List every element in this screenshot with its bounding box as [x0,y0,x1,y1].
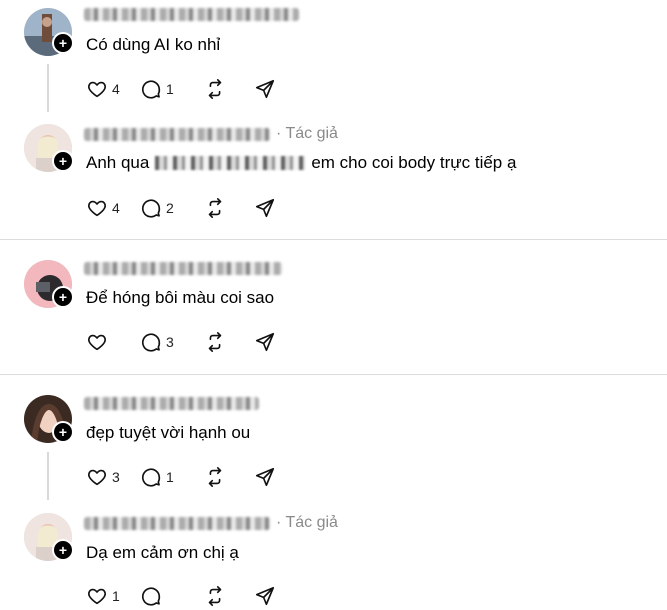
repost-icon [208,79,222,99]
comment-bubble-icon [141,333,161,352]
reply-count: 1 [166,81,174,97]
like-button[interactable]: 1 [86,585,122,607]
repost-icon [208,467,222,487]
reply-button[interactable] [140,585,176,607]
comment-bubble-icon [141,199,161,218]
plus-icon[interactable]: + [52,539,74,561]
comment-post: + Có dùng AI ko nhỉ 4 1 [0,0,667,120]
author-tag: · Tác giả [276,125,338,142]
like-button[interactable] [86,331,122,353]
username[interactable] [84,260,282,276]
plus-icon[interactable]: + [52,421,74,443]
like-count: 4 [112,200,120,216]
reply-button[interactable]: 3 [140,331,176,353]
like-count: 3 [112,469,120,485]
plus-icon[interactable]: + [52,32,74,54]
action-bar: 3 [86,328,294,356]
heart-icon [88,588,106,605]
username[interactable]: · Tác giả [84,514,338,531]
repost-button[interactable] [204,197,226,219]
repost-button[interactable] [204,585,226,607]
heart-icon [88,81,106,98]
like-count: 4 [112,81,120,97]
repost-button[interactable] [204,331,226,353]
share-button[interactable] [254,585,276,607]
comment-text: Có dùng AI ko nhỉ [86,35,221,54]
plus-icon[interactable]: + [52,286,74,308]
comment-text: Để hóng bôi màu coi sao [86,288,275,307]
comment-post: + Để hóng bôi màu coi sao 3 [0,240,667,374]
blurred-username [84,261,282,275]
like-count: 1 [112,588,120,604]
reply-post: + · Tác giả Dạ em cảm ơn chị ạ 1 [0,505,667,610]
action-bar: 4 1 [86,75,294,103]
send-icon [255,586,275,606]
reply-text-start: Anh qua [86,153,150,172]
thread-line [47,452,49,500]
repost-icon [208,586,222,606]
like-button[interactable]: 4 [86,78,122,100]
repost-button[interactable] [204,466,226,488]
comment-text: đẹp tuyệt vời hạnh ou [86,423,251,442]
plus-icon[interactable]: + [52,150,74,172]
reply-button[interactable]: 1 [140,78,176,100]
reply-button[interactable]: 1 [140,466,176,488]
comment-post: + đẹp tuyệt vời hạnh ou 3 1 [0,375,667,505]
username[interactable] [84,395,259,411]
share-button[interactable] [254,466,276,488]
repost-icon [208,332,222,352]
blurred-text [155,156,306,170]
reply-count: 3 [166,334,174,350]
send-icon [255,79,275,99]
reply-count: 2 [166,200,174,216]
heart-icon [88,334,106,351]
share-button[interactable] [254,331,276,353]
repost-button[interactable] [204,78,226,100]
share-button[interactable] [254,78,276,100]
blurred-username [84,127,270,141]
author-tag: · Tác giả [276,514,338,531]
heart-icon [88,200,106,217]
action-bar: 3 1 [86,463,294,491]
send-icon [255,467,275,487]
heart-icon [88,469,106,486]
comment-bubble-icon [141,80,161,99]
reply-text: Anh qua em cho coi body trực tiếp ạ [86,152,516,174]
blurred-username [84,7,299,21]
username[interactable]: · Tác giả [84,125,338,142]
like-button[interactable]: 3 [86,466,122,488]
comment-bubble-icon [141,468,161,487]
share-button[interactable] [254,197,276,219]
like-button[interactable]: 4 [86,197,122,219]
reply-button[interactable]: 2 [140,197,176,219]
action-bar: 4 2 [86,194,294,222]
comment-bubble-icon [141,587,161,606]
send-icon [255,198,275,218]
thread-line [47,64,49,112]
username[interactable] [84,6,299,22]
action-bar: 1 [86,582,294,610]
send-icon [255,332,275,352]
reply-text-end: em cho coi body trực tiếp ạ [311,153,517,172]
blurred-username [84,516,270,530]
blurred-username [84,396,259,410]
reply-post: + · Tác giả Anh qua em cho coi body trực… [0,120,667,238]
repost-icon [208,198,222,218]
reply-count: 1 [166,469,174,485]
reply-text: Dạ em cảm ơn chị ạ [86,543,239,562]
comments-feed: + Có dùng AI ko nhỉ 4 1 + · Tác giả Anh … [0,0,667,610]
